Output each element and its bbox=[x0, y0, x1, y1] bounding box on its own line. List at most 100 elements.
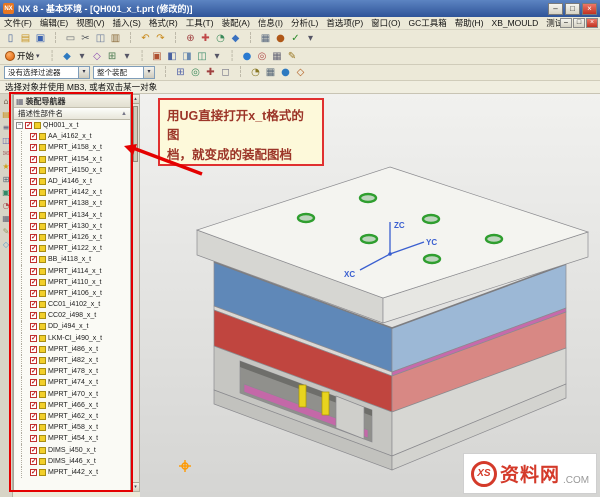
tree-item-label[interactable]: MPRT_i4106_x_t bbox=[48, 290, 102, 297]
checkbox-icon[interactable] bbox=[30, 335, 37, 342]
resource-bar-icon[interactable]: ▣ bbox=[1, 187, 12, 198]
toolbar-icon[interactable]: ↶ bbox=[138, 31, 153, 46]
tree-root-row[interactable]: QH001_x_t bbox=[14, 120, 130, 131]
tree-item-label[interactable]: DIMS_i450_x_t bbox=[48, 447, 96, 454]
checkbox-icon[interactable] bbox=[30, 223, 37, 230]
checkbox-icon[interactable] bbox=[30, 279, 37, 286]
checkbox-icon[interactable] bbox=[30, 200, 37, 207]
toolbar-icon[interactable]: ▦ bbox=[270, 49, 285, 64]
checkbox-icon[interactable] bbox=[30, 368, 37, 375]
mdi-minimize-button[interactable]: – bbox=[560, 18, 572, 28]
menu-item[interactable]: 插入(S) bbox=[109, 17, 145, 29]
tree-row[interactable]: MPRT_i462_x_t bbox=[14, 411, 130, 422]
toolbar-icon[interactable]: ◇ bbox=[293, 65, 308, 80]
tree-row[interactable]: BB_i4118_x_t bbox=[14, 254, 130, 265]
tree-item-label[interactable]: MPRT_i454_x_t bbox=[48, 435, 98, 442]
menu-item[interactable]: 信息(I) bbox=[254, 17, 287, 29]
scrollbar-thumb[interactable] bbox=[133, 106, 138, 162]
screw-hole-icon[interactable] bbox=[486, 235, 502, 243]
checkbox-icon[interactable] bbox=[30, 346, 37, 353]
tree-item-label[interactable]: MPRT_i4138_x_t bbox=[48, 200, 102, 207]
tree-row[interactable]: MPRT_i4122_x_t bbox=[14, 243, 130, 254]
tree-item-label[interactable]: LKM-CI_i490_x_t bbox=[48, 335, 102, 342]
toolbar-icon[interactable]: ┆ bbox=[168, 31, 183, 46]
resource-bar-icon[interactable]: ✎ bbox=[1, 226, 12, 237]
tree-item-label[interactable]: MPRT_i4114_x_t bbox=[48, 268, 101, 275]
tree-item-label[interactable]: MPRT_i4158_x_t bbox=[48, 144, 102, 151]
resource-bar-icon[interactable]: ⊞ bbox=[1, 174, 12, 185]
tree-item-label[interactable]: AD_i4146_x_t bbox=[48, 178, 92, 185]
toolbar-icon[interactable]: ┆ bbox=[123, 31, 138, 46]
checkbox-icon[interactable] bbox=[30, 133, 37, 140]
tree-row[interactable]: MPRT_i458_x_t bbox=[14, 422, 130, 433]
toolbar-icon[interactable]: ▯ bbox=[3, 31, 18, 46]
toolbar-icon[interactable]: ◧ bbox=[165, 49, 180, 64]
checkbox-icon[interactable] bbox=[30, 458, 37, 465]
tree-item-label[interactable]: DD_i494_x_t bbox=[48, 323, 88, 330]
toolbar-icon[interactable]: ▾ bbox=[303, 31, 318, 46]
toolbar-icon[interactable]: ◎ bbox=[188, 65, 203, 80]
checkbox-icon[interactable] bbox=[30, 379, 37, 386]
tree-item-label[interactable]: DIMS_i446_x_t bbox=[48, 458, 96, 465]
tree-row[interactable]: MPRT_i4158_x_t bbox=[14, 142, 130, 153]
tree-row[interactable]: CC02_i498_x_t bbox=[14, 310, 130, 321]
tree-row[interactable]: MPRT_i4130_x_t bbox=[14, 221, 130, 232]
toolbar-icon[interactable]: ┆ bbox=[135, 49, 150, 64]
checkbox-icon[interactable] bbox=[30, 413, 37, 420]
checkbox-icon[interactable] bbox=[30, 469, 37, 476]
resource-bar-icon[interactable]: ◔ bbox=[1, 200, 12, 211]
tree-item-label[interactable]: MPRT_i470_x_t bbox=[48, 391, 98, 398]
tree-item-label[interactable]: MPRT_i482_x_t bbox=[48, 357, 98, 364]
resource-bar-icon[interactable]: ≡ bbox=[1, 122, 12, 133]
toolbar-icon[interactable]: ● bbox=[240, 49, 255, 64]
chevron-down-icon[interactable]: ▾ bbox=[78, 67, 89, 78]
tree-row[interactable]: MPRT_i4126_x_t bbox=[14, 232, 130, 243]
menu-item[interactable]: 格式(R) bbox=[145, 17, 182, 29]
checkbox-icon[interactable] bbox=[30, 391, 37, 398]
checkbox-icon[interactable] bbox=[30, 212, 37, 219]
tree-row[interactable]: LKM-CI_i490_x_t bbox=[14, 333, 130, 344]
tree-row[interactable]: DIMS_i450_x_t bbox=[14, 444, 130, 455]
menu-item[interactable]: 首选项(P) bbox=[322, 17, 367, 29]
close-button[interactable]: × bbox=[582, 3, 597, 15]
tree-item-label[interactable]: MPRT_i474_x_t bbox=[48, 379, 98, 386]
tree-row[interactable]: MPRT_i4142_x_t bbox=[14, 187, 130, 198]
tree-item-label[interactable]: MPRT_i4110_x_t bbox=[48, 279, 101, 286]
tree-item-label[interactable]: MPRT_i4122_x_t bbox=[48, 245, 102, 252]
checkbox-icon[interactable] bbox=[30, 424, 37, 431]
checkbox-icon[interactable] bbox=[30, 323, 37, 330]
checkbox-icon[interactable] bbox=[25, 122, 32, 129]
checkbox-icon[interactable] bbox=[30, 256, 37, 263]
checkbox-icon[interactable] bbox=[30, 144, 37, 151]
toolbar-icon[interactable]: ▥ bbox=[108, 31, 123, 46]
mdi-restore-button[interactable]: □ bbox=[573, 18, 585, 28]
toolbar-icon[interactable]: ┆ bbox=[158, 65, 173, 80]
toolbar-icon[interactable]: ▣ bbox=[150, 49, 165, 64]
toolbar-icon[interactable]: ▾ bbox=[75, 49, 90, 64]
menu-item[interactable]: 工具(T) bbox=[182, 17, 218, 29]
checkbox-icon[interactable] bbox=[30, 189, 37, 196]
tree-item-label[interactable]: MPRT_i486_x_t bbox=[48, 346, 98, 353]
toolbar-icon[interactable]: ● bbox=[273, 31, 288, 46]
toolbar-icon[interactable]: ▦ bbox=[263, 65, 278, 80]
checkbox-icon[interactable] bbox=[30, 357, 37, 364]
toolbar-icon[interactable]: ✚ bbox=[198, 31, 213, 46]
tree-row[interactable]: MPRT_i4154_x_t bbox=[14, 154, 130, 165]
tree-row[interactable]: MPRT_i442_x_t bbox=[14, 467, 130, 478]
toolbar-icon[interactable]: ⊕ bbox=[183, 31, 198, 46]
resource-bar-icon[interactable]: ⌂ bbox=[1, 96, 12, 107]
selection-scope-dropdown[interactable]: 整个装配 ▾ bbox=[93, 66, 155, 79]
toolbar-icon[interactable]: ✚ bbox=[203, 65, 218, 80]
toolbar-icon[interactable]: ┆ bbox=[45, 49, 60, 64]
menu-item[interactable]: 帮助(H) bbox=[451, 17, 488, 29]
screw-hole-icon[interactable] bbox=[423, 215, 439, 223]
tree-item-label[interactable]: CC02_i498_x_t bbox=[48, 312, 96, 319]
tree-row[interactable]: MPRT_i466_x_t bbox=[14, 400, 130, 411]
scroll-up-icon[interactable]: ▴ bbox=[132, 95, 139, 104]
checkbox-icon[interactable] bbox=[30, 435, 37, 442]
tree-row[interactable]: MPRT_i4114_x_t bbox=[14, 265, 130, 276]
checkbox-icon[interactable] bbox=[30, 402, 37, 409]
menu-item[interactable]: XB_MOULD bbox=[488, 18, 543, 28]
chevron-down-icon[interactable]: ▾ bbox=[143, 67, 154, 78]
toolbar-icon[interactable]: ◻ bbox=[218, 65, 233, 80]
